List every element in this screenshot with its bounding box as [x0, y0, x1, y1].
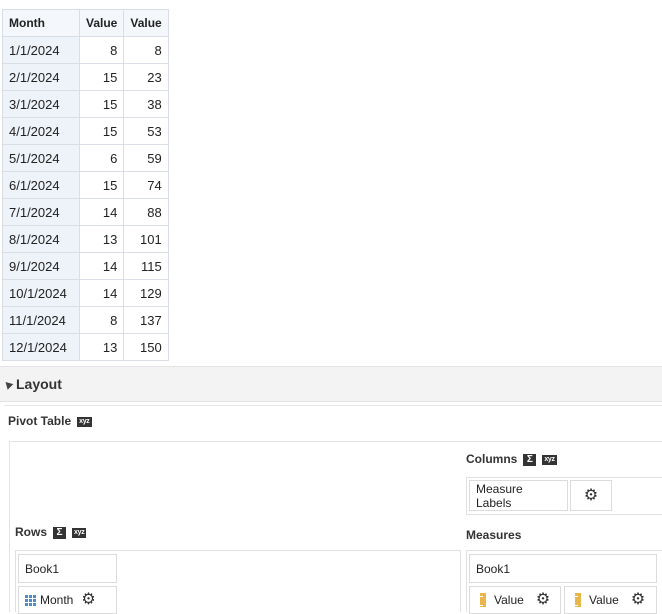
attribute-grid-icon [25, 594, 36, 606]
row-header-month[interactable]: 3/1/2024 [2, 90, 80, 118]
value-cell[interactable]: 15 [78, 171, 125, 199]
table-row[interactable]: 7/1/2024 14 88 [2, 198, 169, 226]
row-header-month[interactable]: 1/1/2024 [2, 36, 80, 64]
rows-label-text: Rows [15, 525, 48, 539]
table-row[interactable]: 3/1/2024 15 38 [2, 90, 169, 118]
xyz-icon[interactable]: xyz [542, 454, 557, 465]
row-header-month[interactable]: 9/1/2024 [2, 252, 80, 280]
column-header-value-cumulative[interactable]: Value [123, 9, 169, 37]
table-row[interactable]: 8/1/2024 13 101 [2, 225, 169, 253]
value-cell[interactable]: 14 [78, 252, 125, 280]
value-cell[interactable]: 13 [78, 225, 125, 253]
cumulative-value-cell[interactable]: 88 [123, 198, 169, 226]
rows-source-chip: Book1 [18, 554, 117, 583]
sigma-icon[interactable]: Σ [53, 526, 67, 539]
cumulative-value-cell[interactable]: 59 [123, 144, 169, 172]
table-row[interactable]: 6/1/2024 15 74 [2, 171, 169, 199]
value-cell[interactable]: 13 [78, 333, 125, 361]
value-cell[interactable]: 8 [78, 306, 125, 334]
column-header-month[interactable]: Month [2, 9, 80, 37]
cumulative-value-cell[interactable]: 74 [123, 171, 169, 199]
measure-labels-settings-button[interactable]: ⚙ [570, 480, 612, 511]
table-row[interactable]: 2/1/2024 15 23 [2, 63, 169, 91]
table-row[interactable]: 4/1/2024 15 53 [2, 117, 169, 145]
table-row[interactable]: 9/1/2024 14 115 [2, 252, 169, 280]
layout-title: Layout [16, 376, 62, 392]
month-chip-text: Month [40, 593, 74, 607]
cumulative-value-cell[interactable]: 101 [123, 225, 169, 253]
table-row[interactable]: 11/1/2024 8 137 [2, 306, 169, 334]
columns-label-text: Columns [466, 452, 518, 466]
cumulative-value-cell[interactable]: 38 [123, 90, 169, 118]
measure-labels-chip[interactable]: Measure Labels [469, 480, 568, 511]
row-header-month[interactable]: 10/1/2024 [2, 279, 80, 307]
row-header-month[interactable]: 4/1/2024 [2, 117, 80, 145]
value-chip-2-text: Value [589, 593, 619, 607]
value-chip-1[interactable]: Value ⚙ [469, 586, 561, 614]
columns-label: Columns Σxyz [466, 452, 557, 466]
divider [4, 405, 662, 406]
value-cell[interactable]: 14 [78, 198, 125, 226]
table-row[interactable]: 10/1/2024 14 129 [2, 279, 169, 307]
measure-ruler-icon [575, 593, 581, 607]
cumulative-value-cell[interactable]: 23 [123, 63, 169, 91]
measure-ruler-icon [480, 593, 486, 607]
row-header-month[interactable]: 8/1/2024 [2, 225, 80, 253]
month-chip[interactable]: Month ⚙ [18, 586, 117, 614]
measures-label: Measures [466, 528, 521, 542]
xyz-icon[interactable]: xyz [77, 416, 92, 427]
value-chip-1-text: Value [494, 593, 524, 607]
collapse-triangle-icon[interactable] [2, 378, 14, 390]
pivot-table: Month Value Value 1/1/2024 8 8 2/1/2024 15 23… [2, 9, 169, 361]
cumulative-value-cell[interactable]: 8 [123, 36, 169, 64]
row-header-month[interactable]: 5/1/2024 [2, 144, 80, 172]
gear-icon[interactable]: ⚙ [631, 592, 645, 608]
row-header-month[interactable]: 2/1/2024 [2, 63, 80, 91]
cumulative-value-cell[interactable]: 115 [123, 252, 169, 280]
sigma-icon[interactable]: Σ [523, 453, 537, 466]
gear-icon: ⚙ [583, 486, 599, 504]
cumulative-value-cell[interactable]: 53 [123, 117, 169, 145]
rows-label: Rows Σxyz [15, 525, 87, 539]
cumulative-value-cell[interactable]: 150 [123, 333, 169, 361]
value-cell[interactable]: 15 [78, 90, 125, 118]
table-row[interactable]: 5/1/2024 6 59 [2, 144, 169, 172]
measures-source-chip: Book1 [469, 554, 657, 583]
layout-section-header[interactable]: Layout [0, 366, 662, 402]
rows-source-text: Book1 [25, 561, 60, 576]
gear-icon[interactable]: ⚙ [81, 592, 95, 608]
value-chip-2[interactable]: Value ⚙ [564, 586, 657, 614]
table-header-row: Month Value Value [2, 9, 169, 37]
value-cell[interactable]: 6 [78, 144, 125, 172]
pivot-table-label-text: Pivot Table [8, 414, 72, 428]
measure-labels-chip-text: Measure Labels [476, 481, 523, 510]
row-header-month[interactable]: 6/1/2024 [2, 171, 80, 199]
measures-source-text: Book1 [476, 561, 511, 576]
value-cell[interactable]: 14 [78, 279, 125, 307]
pivot-table-label: Pivot Table xyz [8, 414, 92, 428]
value-cell[interactable]: 15 [78, 63, 125, 91]
table-row[interactable]: 12/1/2024 13 150 [2, 333, 169, 361]
table-row[interactable]: 1/1/2024 8 8 [2, 36, 169, 64]
column-header-value[interactable]: Value [78, 9, 125, 37]
gear-icon[interactable]: ⚙ [536, 592, 550, 608]
row-header-month[interactable]: 7/1/2024 [2, 198, 80, 226]
value-cell[interactable]: 15 [78, 117, 125, 145]
value-cell[interactable]: 8 [78, 36, 125, 64]
xyz-icon[interactable]: xyz [72, 527, 87, 538]
row-header-month[interactable]: 11/1/2024 [2, 306, 80, 334]
cumulative-value-cell[interactable]: 137 [123, 306, 169, 334]
cumulative-value-cell[interactable]: 129 [123, 279, 169, 307]
measures-label-text: Measures [466, 528, 522, 542]
row-header-month[interactable]: 12/1/2024 [2, 333, 80, 361]
